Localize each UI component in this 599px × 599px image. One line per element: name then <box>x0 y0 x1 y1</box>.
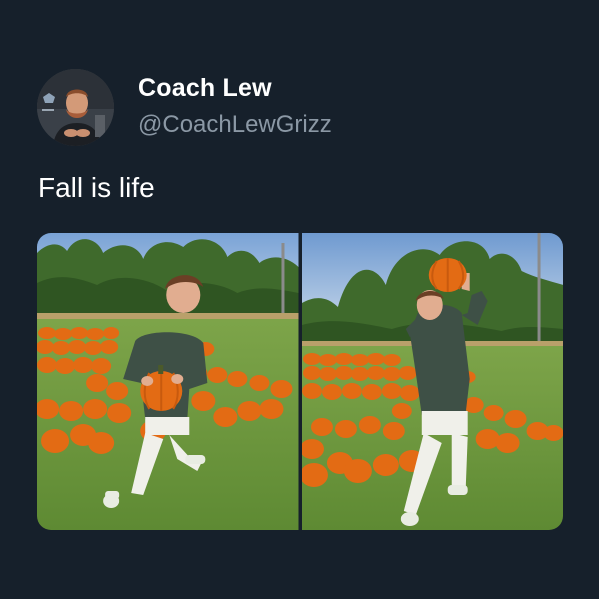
avatar[interactable] <box>37 69 114 146</box>
tweet-card[interactable]: Coach Lew @CoachLewGrizz Fall is life <box>0 0 599 599</box>
pumpkin-hold-photo <box>37 233 299 530</box>
author-handle[interactable]: @CoachLewGrizz <box>138 111 332 139</box>
tweet-photo-2[interactable] <box>301 233 563 530</box>
tweet-photo-1[interactable] <box>37 233 299 530</box>
author-display-name[interactable]: Coach Lew <box>138 74 272 103</box>
pumpkin-lift-photo <box>301 233 563 530</box>
avatar-photo <box>37 69 114 146</box>
media-grid <box>37 233 563 530</box>
tweet-text: Fall is life <box>38 172 155 203</box>
